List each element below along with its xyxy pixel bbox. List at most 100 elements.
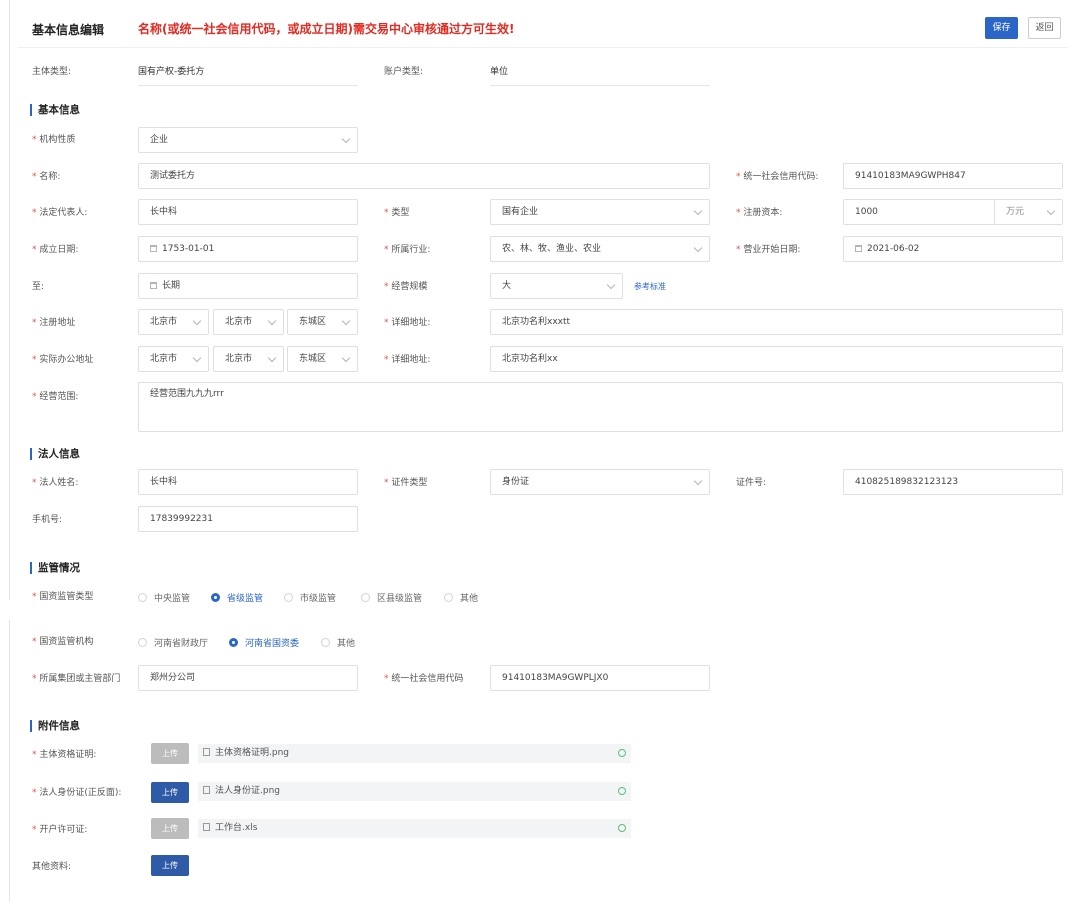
reference-standard-link[interactable]: 参考标准 [634, 281, 666, 292]
biz-start-label: 营业开始日期: [736, 244, 800, 256]
radio-provincial[interactable]: 省级监管 [211, 591, 263, 604]
reg-province-value: 北京市 [150, 317, 178, 327]
license-file[interactable]: 工作台.xls [198, 819, 631, 838]
calendar-icon [150, 282, 157, 289]
subject-cert-file[interactable]: 主体资格证明.png [198, 744, 631, 763]
credit-code-input[interactable]: 91410183MA9GWPH847 [843, 163, 1063, 189]
license-upload-button[interactable]: 上传 [151, 818, 189, 839]
phone-input[interactable]: 17839992231 [138, 506, 358, 532]
group-code-label: 统一社会信用代码 [384, 673, 463, 685]
chevron-down-icon [606, 280, 616, 290]
radio-label: 其他 [460, 594, 479, 604]
chevron-down-icon [341, 134, 351, 144]
other-docs-upload-button[interactable]: 上传 [151, 855, 189, 876]
office-province-select[interactable]: 北京市 [138, 346, 209, 372]
chevron-down-icon [341, 316, 351, 326]
office-city-select[interactable]: 北京市 [213, 346, 284, 372]
reg-district-select[interactable]: 东城区 [287, 309, 358, 335]
to-date-picker[interactable]: 长期 [138, 273, 358, 299]
radio-municipal[interactable]: 市级监管 [284, 591, 336, 604]
chevron-down-icon [267, 353, 277, 363]
file-icon [203, 823, 210, 831]
org-nature-select[interactable]: 企业 [138, 127, 358, 153]
radio-dot [229, 638, 238, 647]
office-district-value: 东城区 [299, 354, 327, 364]
radio-other-type[interactable]: 其他 [444, 591, 478, 604]
scope-textarea[interactable]: 经营范围九九九rrr [138, 382, 1063, 432]
check-circle-icon [618, 824, 626, 832]
section-legal-info: 法人信息 [30, 448, 80, 460]
legal-id-file[interactable]: 法人身份证.png [198, 782, 631, 801]
radio-county[interactable]: 区县级监管 [361, 591, 422, 604]
reg-province-select[interactable]: 北京市 [138, 309, 209, 335]
radio-dot [211, 593, 220, 602]
group-input[interactable]: 郑州分公司 [138, 665, 358, 691]
calendar-icon [150, 245, 157, 252]
radio-dot [284, 593, 293, 602]
found-date-picker[interactable]: 1753-01-01 [138, 236, 358, 262]
license-label: 开户许可证: [32, 824, 87, 836]
type-value: 国有企业 [502, 207, 539, 217]
radio-finance-dept[interactable]: 河南省财政厅 [138, 636, 208, 649]
type-select[interactable]: 国有企业 [490, 199, 710, 225]
chevron-down-icon [267, 316, 277, 326]
page-title: 基本信息编辑 [32, 23, 105, 37]
credit-code-label: 统一社会信用代码: [736, 171, 818, 183]
industry-select[interactable]: 农、林、牧、渔业、农业 [490, 236, 710, 262]
chevron-down-icon [693, 243, 703, 253]
found-date-label: 成立日期: [32, 244, 78, 256]
left-border-lower [9, 620, 10, 902]
section-attachments: 附件信息 [30, 720, 80, 732]
file-icon [203, 786, 210, 794]
account-type-label: 账户类型: [384, 67, 424, 77]
office-province-value: 北京市 [150, 354, 178, 364]
radio-dot [138, 638, 147, 647]
other-docs-label: 其他资料: [32, 862, 72, 872]
id-no-input[interactable]: 410825189832123123 [843, 469, 1063, 495]
reg-capital-unit-select[interactable]: 万元 [994, 199, 1063, 225]
group-label: 所属集团或主管部门 [32, 673, 120, 685]
reg-capital-input[interactable]: 1000 [843, 199, 994, 225]
legal-id-upload-button[interactable]: 上传 [151, 782, 189, 803]
id-type-value: 身份证 [502, 477, 530, 487]
radio-dot [361, 593, 370, 602]
to-label: 至: [32, 282, 45, 292]
radio-central[interactable]: 中央监管 [138, 591, 190, 604]
subject-type-value: 国有产权-委托方 [138, 67, 205, 77]
scale-select[interactable]: 大 [490, 273, 623, 299]
office-district-select[interactable]: 东城区 [287, 346, 358, 372]
radio-label: 市级监管 [300, 594, 337, 604]
back-button[interactable]: 返回 [1028, 17, 1061, 39]
phone-label: 手机号: [32, 515, 63, 525]
radio-label: 其他 [337, 639, 356, 649]
radio-label: 省级监管 [227, 594, 264, 604]
legal-id-label: 法人身份证(正反面): [32, 787, 121, 799]
scale-value: 大 [502, 281, 512, 291]
office-addr-label: 实际办公地址 [32, 354, 93, 366]
subject-cert-upload-button[interactable]: 上传 [151, 743, 189, 764]
reg-addr-label: 注册地址 [32, 317, 75, 329]
biz-start-picker[interactable]: 2021-06-02 [843, 236, 1063, 262]
group-code-input[interactable]: 91410183MA9GWPLJX0 [490, 665, 710, 691]
id-no-label: 证件号: [736, 478, 767, 488]
radio-label: 河南省财政厅 [154, 639, 209, 649]
id-type-select[interactable]: 身份证 [490, 469, 710, 495]
chevron-down-icon [1046, 206, 1056, 216]
radio-dot [138, 593, 147, 602]
name-input[interactable]: 测试委托方 [138, 163, 710, 189]
office-detail-input[interactable]: 北京功名利xx [490, 346, 1063, 372]
biz-start-value: 2021-06-02 [867, 244, 920, 254]
legal-name-input[interactable]: 长中科 [138, 469, 358, 495]
org-nature-label: 机构性质 [32, 134, 75, 146]
chevron-down-icon [341, 353, 351, 363]
id-type-label: 证件类型 [384, 477, 427, 489]
radio-sasac[interactable]: 河南省国资委 [229, 636, 299, 649]
check-circle-icon [618, 749, 626, 757]
chevron-down-icon [693, 206, 703, 216]
radio-other-org[interactable]: 其他 [321, 636, 355, 649]
save-button[interactable]: 保存 [985, 17, 1018, 39]
reg-detail-input[interactable]: 北京功名利xxxtt [490, 309, 1063, 335]
legal-rep-input[interactable]: 长中科 [138, 199, 358, 225]
file-name: 主体资格证明.png [215, 748, 289, 758]
reg-city-select[interactable]: 北京市 [213, 309, 284, 335]
